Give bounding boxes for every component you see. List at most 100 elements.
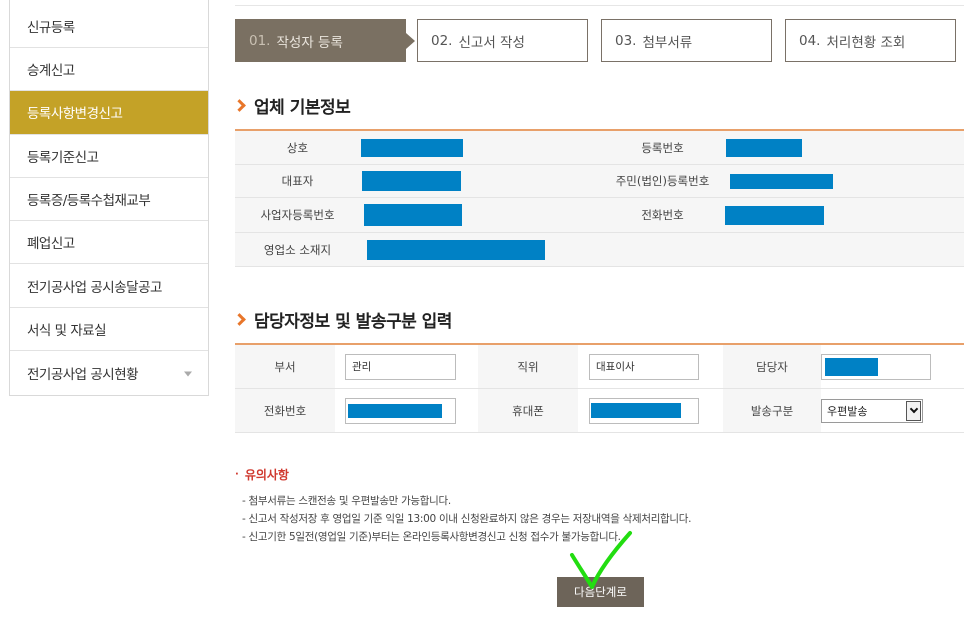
redacted-value: [825, 357, 878, 376]
chevron-down-icon: [909, 404, 918, 414]
step-number: 04.: [799, 32, 821, 49]
notice-title-text: 유의사항: [244, 468, 289, 482]
manager-cell: [821, 345, 964, 388]
value-representative: [360, 165, 600, 197]
sidebar-item-closure-report[interactable]: 폐업신고: [10, 221, 208, 265]
sidebar-item-label: 전기공사업 공시송달공고: [27, 279, 162, 296]
sidebar-item-label: 서식 및 자료실: [27, 322, 107, 339]
value-resident-no: [725, 165, 964, 197]
section-title-company: 업체 기본정보: [233, 93, 351, 118]
caret-down-icon: [184, 371, 192, 377]
sidebar-item-label: 등록증/등록수첩재교부: [27, 193, 151, 210]
sidebar-item-public-status[interactable]: 전기공사업 공시현황: [10, 351, 208, 394]
label-resident-no: 주민(법인)등록번호: [600, 165, 725, 197]
label-address: 영업소 소재지: [235, 233, 360, 266]
mobile-input[interactable]: [589, 397, 699, 424]
notice-title: · 유의사항: [235, 466, 289, 483]
sidebar-item-label: 등록사항변경신고: [27, 106, 123, 123]
value-phone: [725, 198, 964, 232]
divider: [235, 5, 964, 6]
step-number: 02.: [431, 32, 453, 49]
sidebar-item-public-notice[interactable]: 전기공사업 공시송달공고: [10, 264, 208, 308]
sidebar-menu: 신규등록 승계신고 등록사항변경신고 등록기준신고 등록증/등록수첩재교부 폐업…: [9, 0, 209, 396]
section-title-contact: 담당자정보 및 발송구분 입력: [233, 307, 452, 332]
table-row: 대표자 주민(법인)등록번호: [235, 165, 964, 198]
step-1-active: 01. 작성자 등록: [235, 19, 415, 62]
manager-input[interactable]: [821, 353, 931, 380]
label-company-name: 상호: [235, 131, 360, 164]
step-2: 02. 신고서 작성: [417, 19, 588, 62]
sidebar-item-label: 신규등록: [27, 20, 75, 36]
step-3: 03. 첨부서류: [601, 19, 772, 62]
value-reg-no: [725, 131, 964, 164]
step-indicator: 01. 작성자 등록 02. 신고서 작성 03. 첨부서류 04. 처리현황 …: [235, 19, 964, 62]
label-manager: 담당자: [723, 345, 821, 388]
sidebar-item-registration-change[interactable]: 등록사항변경신고: [10, 91, 208, 135]
step-arrow-icon: [406, 32, 415, 49]
delivery-cell: 우편발송: [821, 389, 964, 432]
table-row: 부서 관리 직위 대표이사 담당자: [235, 345, 964, 389]
chevron-right-icon: [233, 313, 246, 326]
redacted-value: [348, 403, 442, 418]
redacted-value: [591, 403, 681, 418]
label-contact-phone: 전화번호: [235, 389, 335, 432]
section-title-text: 담당자정보 및 발송구분 입력: [254, 312, 452, 332]
section-title-text: 업체 기본정보: [254, 98, 351, 118]
redacted-value: [725, 205, 824, 225]
sidebar-item-registration-criteria[interactable]: 등록기준신고: [10, 135, 208, 178]
label-position: 직위: [478, 345, 578, 388]
step-label: 첨부서류: [642, 34, 693, 51]
sidebar-item-new-registration[interactable]: 신규등록: [10, 0, 208, 48]
label-dept: 부서: [235, 345, 335, 388]
sidebar-item-succession-report[interactable]: 승계신고: [10, 48, 208, 92]
table-row: 전화번호 휴대폰 발송구분 우편발송: [235, 389, 964, 433]
company-info-table: 상호 등록번호 대표자 주민(법인)등록번호 사업자등록번호 전화번호 영업소 …: [235, 129, 964, 267]
position-input[interactable]: 대표이사: [589, 353, 699, 380]
redacted-value: [726, 138, 802, 157]
notice-line: - 신고서 작성저장 후 영업일 기준 익일 13:00 이내 신청완료하지 않…: [242, 513, 692, 525]
step-4: 04. 처리현황 조회: [785, 19, 956, 62]
redacted-value: [361, 138, 463, 157]
label-biz-reg-no: 사업자등록번호: [235, 198, 360, 232]
step-label: 처리현황 조회: [826, 34, 906, 51]
dept-input[interactable]: 관리: [345, 353, 456, 380]
value-address: [360, 233, 964, 266]
redacted-value: [362, 171, 461, 191]
position-cell: 대표이사: [578, 345, 723, 388]
label-phone: 전화번호: [600, 198, 725, 232]
table-row: 영업소 소재지: [235, 233, 964, 267]
phone-cell: [335, 389, 478, 432]
delivery-select[interactable]: 우편발송: [821, 398, 923, 423]
value-company-name: [360, 131, 600, 164]
sidebar-item-label: 승계신고: [27, 63, 75, 80]
step-number: 03.: [615, 32, 637, 49]
table-row: 상호 등록번호: [235, 131, 964, 165]
bullet-icon: ·: [235, 469, 239, 480]
chevron-right-icon: [233, 99, 246, 112]
phone-input[interactable]: [345, 397, 456, 424]
sidebar-item-label: 전기공사업 공시현황: [27, 366, 139, 383]
value-biz-reg-no: [360, 198, 600, 232]
notice-line: - 첨부서류는 스캔전송 및 우편발송만 가능합니다.: [242, 495, 451, 507]
sidebar-item-label: 폐업신고: [27, 236, 75, 253]
redacted-value: [730, 173, 833, 189]
label-reg-no: 등록번호: [600, 131, 725, 164]
sidebar-item-forms-library[interactable]: 서식 및 자료실: [10, 308, 208, 352]
redacted-value: [364, 204, 462, 226]
sidebar-item-reissue[interactable]: 등록증/등록수첩재교부: [10, 178, 208, 222]
select-value: 우편발송: [827, 404, 868, 418]
label-mobile: 휴대폰: [478, 389, 578, 432]
step-number: 01.: [249, 32, 271, 49]
contact-info-table: 부서 관리 직위 대표이사 담당자 전화번호 휴대폰 발송구분 우편발송: [235, 343, 964, 433]
table-row: 사업자등록번호 전화번호: [235, 198, 964, 233]
mobile-cell: [578, 389, 723, 432]
step-label: 신고서 작성: [458, 34, 525, 51]
dropdown-button[interactable]: [906, 400, 921, 421]
step-label: 작성자 등록: [276, 34, 343, 51]
check-mark-icon: [570, 531, 632, 589]
label-delivery: 발송구분: [723, 389, 821, 432]
dept-cell: 관리: [335, 345, 478, 388]
label-representative: 대표자: [235, 165, 360, 197]
redacted-value: [367, 239, 545, 260]
sidebar-item-label: 등록기준신고: [27, 149, 99, 166]
